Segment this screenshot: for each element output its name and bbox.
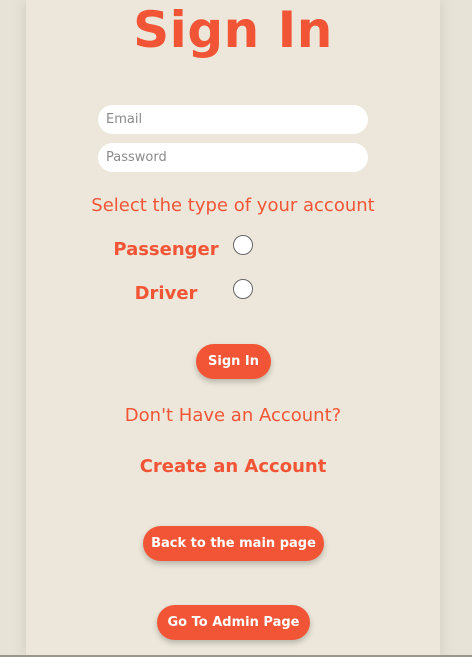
- no-account-text: Don't Have an Account?: [124, 405, 342, 426]
- create-account-link[interactable]: Create an Account: [26, 456, 440, 477]
- passenger-radio[interactable]: [233, 235, 253, 255]
- driver-radio[interactable]: [233, 279, 253, 299]
- admin-page-button[interactable]: Go To Admin Page: [157, 605, 310, 640]
- password-input[interactable]: [98, 143, 368, 172]
- page-title: Sign In: [133, 1, 333, 59]
- signin-button[interactable]: Sign In: [196, 344, 271, 379]
- main-page-button[interactable]: Back to the main page: [143, 526, 324, 561]
- email-input[interactable]: [98, 105, 368, 134]
- signin-panel: Sign In Select the type of your account …: [26, 0, 440, 657]
- account-type-label: Select the type of your account: [91, 195, 375, 216]
